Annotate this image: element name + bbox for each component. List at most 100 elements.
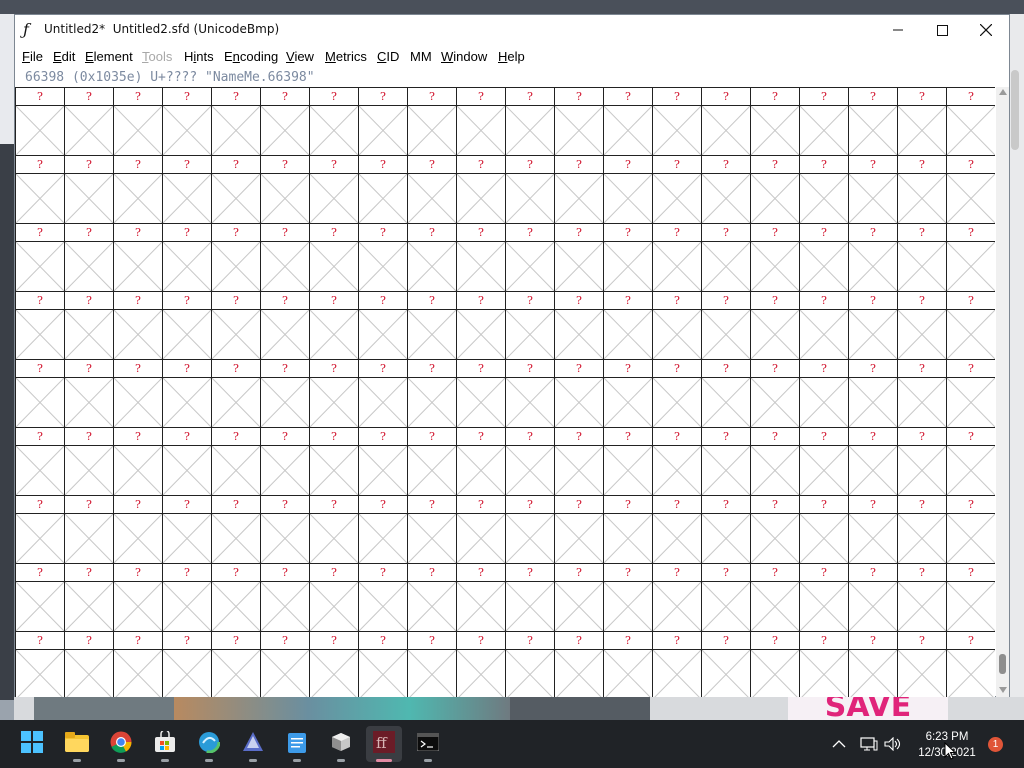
glyph-cell[interactable]: ? — [799, 155, 848, 223]
glyph-cell[interactable]: ? — [603, 87, 652, 155]
glyph-cell[interactable]: ? — [113, 427, 162, 495]
glyph-cell[interactable]: ? — [848, 291, 897, 359]
glyph-cell[interactable]: ? — [946, 291, 995, 359]
menu-hints[interactable]: Hints — [184, 49, 214, 64]
glyph-cell[interactable]: ? — [554, 359, 603, 427]
glyph-cell[interactable]: ? — [750, 359, 799, 427]
glyph-cell[interactable]: ? — [897, 155, 946, 223]
glyph-cell[interactable]: ? — [554, 155, 603, 223]
menu-window[interactable]: Window — [441, 49, 487, 64]
glyph-cell[interactable]: ? — [358, 631, 407, 697]
volume-icon[interactable] — [884, 737, 902, 751]
glyph-cell[interactable]: ? — [799, 87, 848, 155]
glyph-cell[interactable]: ? — [15, 291, 64, 359]
glyph-cell[interactable]: ? — [505, 631, 554, 697]
glyph-cell[interactable]: ? — [309, 223, 358, 291]
minimize-button[interactable] — [875, 15, 921, 45]
vertical-scrollbar[interactable] — [996, 87, 1009, 697]
glyph-cell[interactable]: ? — [505, 155, 554, 223]
glyph-cell[interactable]: ? — [750, 155, 799, 223]
glyph-cell[interactable]: ? — [505, 87, 554, 155]
glyph-cell[interactable]: ? — [162, 495, 211, 563]
glyph-cell[interactable]: ? — [554, 631, 603, 697]
taskbar-start-button[interactable] — [14, 726, 50, 762]
glyph-cell[interactable]: ? — [15, 631, 64, 697]
glyph-cell[interactable]: ? — [64, 563, 113, 631]
glyph-cell[interactable]: ? — [456, 427, 505, 495]
glyph-cell[interactable]: ? — [309, 427, 358, 495]
glyph-cell[interactable]: ? — [64, 359, 113, 427]
glyph-cell[interactable]: ? — [456, 359, 505, 427]
glyph-cell[interactable]: ? — [162, 631, 211, 697]
glyph-cell[interactable]: ? — [799, 223, 848, 291]
glyph-cell[interactable]: ? — [652, 427, 701, 495]
glyph-cell[interactable]: ? — [358, 359, 407, 427]
glyph-cell[interactable]: ? — [162, 563, 211, 631]
taskbar-inkscape-button[interactable] — [235, 726, 271, 762]
menu-file[interactable]: File — [22, 49, 43, 64]
network-icon[interactable] — [860, 737, 878, 751]
glyph-cell[interactable]: ? — [211, 495, 260, 563]
glyph-cell[interactable]: ? — [358, 563, 407, 631]
glyph-cell[interactable]: ? — [652, 223, 701, 291]
taskbar-fontforge-button[interactable]: ff — [366, 726, 402, 762]
glyph-cell[interactable]: ? — [113, 223, 162, 291]
glyph-cell[interactable]: ? — [309, 359, 358, 427]
glyph-cell[interactable]: ? — [554, 563, 603, 631]
glyph-cell[interactable]: ? — [897, 427, 946, 495]
glyph-cell[interactable]: ? — [260, 87, 309, 155]
glyph-cell[interactable]: ? — [799, 427, 848, 495]
glyph-cell[interactable]: ? — [505, 427, 554, 495]
glyph-cell[interactable]: ? — [113, 155, 162, 223]
glyph-cell[interactable]: ? — [897, 495, 946, 563]
glyph-cell[interactable]: ? — [897, 87, 946, 155]
glyph-cell[interactable]: ? — [162, 427, 211, 495]
glyph-cell[interactable]: ? — [260, 563, 309, 631]
glyph-cell[interactable]: ? — [309, 291, 358, 359]
glyph-cell[interactable]: ? — [652, 631, 701, 697]
glyph-cell[interactable]: ? — [358, 155, 407, 223]
glyph-cell[interactable]: ? — [750, 563, 799, 631]
glyph-cell[interactable]: ? — [15, 223, 64, 291]
glyph-cell[interactable]: ? — [358, 427, 407, 495]
glyph-cell[interactable]: ? — [162, 359, 211, 427]
glyph-cell[interactable]: ? — [897, 563, 946, 631]
glyph-cell[interactable]: ? — [946, 223, 995, 291]
glyph-cell[interactable]: ? — [946, 155, 995, 223]
glyph-cell[interactable]: ? — [456, 563, 505, 631]
glyph-cell[interactable]: ? — [64, 291, 113, 359]
taskbar-file-explorer-button[interactable] — [59, 726, 95, 762]
glyph-cell[interactable]: ? — [652, 563, 701, 631]
glyph-cell[interactable]: ? — [701, 631, 750, 697]
glyph-cell[interactable]: ? — [64, 155, 113, 223]
glyph-cell[interactable]: ? — [750, 223, 799, 291]
glyph-cell[interactable]: ? — [946, 495, 995, 563]
glyph-cell[interactable]: ? — [603, 495, 652, 563]
glyph-cell[interactable]: ? — [848, 359, 897, 427]
glyph-cell[interactable]: ? — [799, 563, 848, 631]
glyph-cell[interactable]: ? — [848, 87, 897, 155]
glyph-cell[interactable]: ? — [946, 631, 995, 697]
glyph-cell[interactable]: ? — [113, 359, 162, 427]
glyph-cell[interactable]: ? — [260, 495, 309, 563]
glyph-cell[interactable]: ? — [848, 223, 897, 291]
glyph-cell[interactable]: ? — [15, 87, 64, 155]
glyph-cell[interactable]: ? — [750, 631, 799, 697]
glyph-cell[interactable]: ? — [505, 223, 554, 291]
chevron-up-icon[interactable] — [832, 739, 846, 749]
glyph-cell[interactable]: ? — [652, 291, 701, 359]
glyph-cell[interactable]: ? — [750, 87, 799, 155]
glyph-cell[interactable]: ? — [946, 87, 995, 155]
glyph-cell[interactable]: ? — [358, 291, 407, 359]
glyph-cell[interactable]: ? — [505, 291, 554, 359]
glyph-cell[interactable]: ? — [358, 87, 407, 155]
scroll-up-icon[interactable] — [999, 89, 1007, 95]
glyph-cell[interactable]: ? — [603, 223, 652, 291]
glyph-cell[interactable]: ? — [309, 631, 358, 697]
glyph-cell[interactable]: ? — [456, 155, 505, 223]
glyph-cell[interactable]: ? — [701, 291, 750, 359]
glyph-cell[interactable]: ? — [260, 291, 309, 359]
glyph-cell[interactable]: ? — [848, 495, 897, 563]
glyph-cell[interactable]: ? — [407, 155, 456, 223]
glyph-cell[interactable]: ? — [309, 495, 358, 563]
